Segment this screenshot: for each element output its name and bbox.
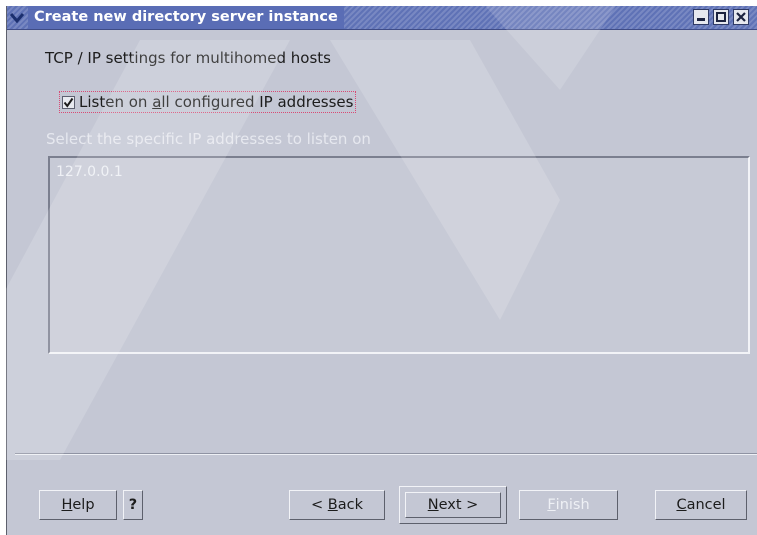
listen-all-checkbox[interactable] bbox=[62, 95, 75, 109]
back-button[interactable]: < Back bbox=[289, 490, 385, 520]
listen-all-label: Listen on all configured IP addresses bbox=[79, 93, 354, 111]
minimize-icon[interactable] bbox=[693, 9, 709, 25]
next-button-focus-frame: Next > bbox=[405, 492, 501, 518]
dialog-window: Create new directory server instance TCP… bbox=[6, 6, 757, 535]
separator bbox=[15, 453, 757, 455]
chevron-down-icon[interactable] bbox=[7, 6, 27, 29]
title-bar[interactable]: Create new directory server instance bbox=[7, 6, 757, 30]
ip-address-list[interactable]: 127.0.0.1 bbox=[48, 156, 750, 354]
close-icon[interactable] bbox=[733, 9, 749, 25]
next-button[interactable]: Next > bbox=[399, 486, 507, 524]
list-item[interactable]: 127.0.0.1 bbox=[56, 164, 123, 180]
help-button[interactable]: Help bbox=[39, 490, 117, 520]
context-help-button[interactable]: ? bbox=[123, 490, 143, 520]
section-title: TCP / IP settings for multihomed hosts bbox=[45, 49, 331, 67]
maximize-icon[interactable] bbox=[713, 9, 729, 25]
checkmark-icon bbox=[63, 97, 74, 108]
finish-button[interactable]: Finish bbox=[519, 490, 618, 520]
window-title: Create new directory server instance bbox=[28, 6, 344, 29]
listen-all-checkbox-row[interactable]: Listen on all configured IP addresses bbox=[59, 91, 357, 113]
cancel-button[interactable]: Cancel bbox=[655, 490, 747, 520]
ip-select-label: Select the specific IP addresses to list… bbox=[46, 130, 371, 148]
